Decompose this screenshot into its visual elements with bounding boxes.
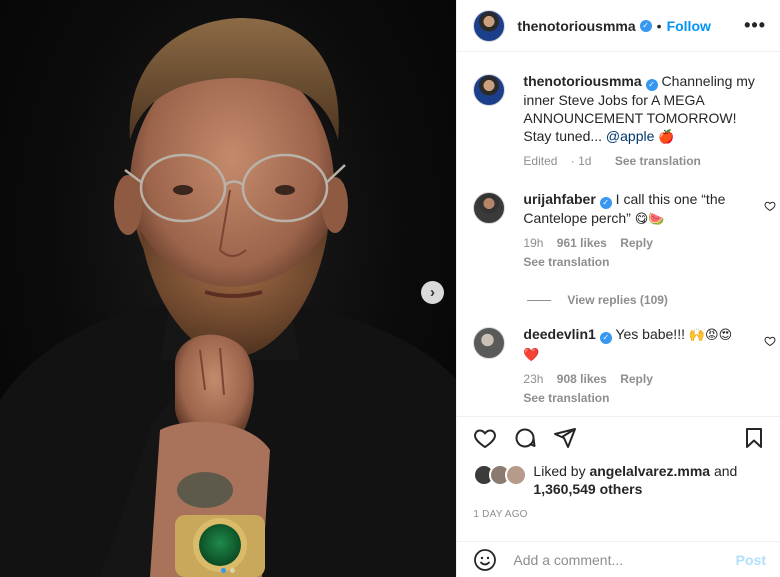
comment-item: urijahfaber ✓ I call this one “the Cantel… <box>457 190 780 269</box>
see-translation-link[interactable]: See translation <box>523 391 766 405</box>
comment-icon[interactable] <box>513 426 537 450</box>
reply-button[interactable]: Reply <box>620 236 653 250</box>
caption-meta: Edited · 1d See translation <box>523 154 766 168</box>
red-heart-emoji: ❤️ <box>523 348 540 363</box>
commenter-username[interactable]: deedevlin1 <box>523 326 595 342</box>
commenter-avatar[interactable] <box>473 192 506 224</box>
liked-by-prefix: Liked by <box>533 463 586 479</box>
commenter-username[interactable]: urijahfaber <box>523 191 595 207</box>
heart-icon[interactable] <box>764 335 776 347</box>
comment-time: 19h <box>523 236 544 250</box>
caption-text: thenotoriousmma ✓ Channeling my inner Ste… <box>523 72 766 147</box>
add-comment-bar: Post <box>457 541 780 577</box>
more-icon[interactable]: ••• <box>744 15 766 36</box>
liked-by-user[interactable]: angelalvarez.mma <box>589 463 710 479</box>
liked-by-avatars <box>473 464 528 486</box>
verified-badge-icon: ✓ <box>639 19 652 32</box>
post-photo[interactable]: › <box>0 0 457 577</box>
carousel-dots <box>0 568 456 573</box>
share-icon[interactable] <box>553 426 577 450</box>
next-photo-button[interactable]: › <box>421 281 444 304</box>
follow-button[interactable]: Follow <box>667 18 711 34</box>
commenter-avatar[interactable] <box>473 327 506 359</box>
liked-by-and: and <box>713 463 738 479</box>
comment-body: urijahfaber ✓ I call this one “the Cantel… <box>523 190 766 269</box>
apple-emoji: 🍎 <box>658 130 675 145</box>
comment-message: Yes babe!!! <box>615 326 685 342</box>
comment-text: urijahfaber ✓ I call this one “the Cantel… <box>523 190 766 229</box>
comment-body: deedevlin1 ✓ Yes babe!!! 🙌😡😍 ❤️ 23h 908 l… <box>523 325 766 405</box>
see-translation-link[interactable]: See translation <box>615 154 701 168</box>
comment-likes[interactable]: 961 likes <box>557 236 607 250</box>
author-username[interactable]: thenotoriousmma <box>517 18 635 34</box>
comment-emoji: 😋🍉 <box>634 212 665 227</box>
author-block: thenotoriousmma ✓ • Follow <box>517 18 710 34</box>
verified-badge-icon: ✓ <box>599 332 612 344</box>
post-header: thenotoriousmma ✓ • Follow ••• <box>457 0 780 52</box>
comments-list[interactable]: thenotoriousmma ✓ Channeling my inner Ste… <box>457 53 780 416</box>
bookmark-icon[interactable] <box>742 426 766 450</box>
caption: thenotoriousmma ✓ Channeling my inner Ste… <box>457 72 780 168</box>
post-viewer: › thenotoriousmma ✓ • Follow ••• thenoto… <box>0 0 780 577</box>
view-replies-button[interactable]: View replies (109) <box>527 293 780 307</box>
comment-meta: 19h 961 likes Reply <box>523 236 766 250</box>
view-replies-line <box>527 299 552 301</box>
comment-time: 23h <box>523 372 544 386</box>
comment-emoji: 🙌😡😍 <box>688 328 733 343</box>
author-avatar[interactable] <box>473 9 506 42</box>
post-sidebar: thenotoriousmma ✓ • Follow ••• thenotori… <box>456 0 780 577</box>
see-translation-link[interactable]: See translation <box>523 255 766 269</box>
portrait-image <box>0 18 457 577</box>
post-actions <box>457 416 780 458</box>
header-separator: • <box>656 17 662 34</box>
comment-meta: 23h 908 likes Reply <box>523 372 766 386</box>
caption-body: thenotoriousmma ✓ Channeling my inner Ste… <box>523 72 766 168</box>
comment-text: deedevlin1 ✓ Yes babe!!! 🙌😡😍 ❤️ <box>523 325 766 365</box>
comment-likes[interactable]: 908 likes <box>557 372 607 386</box>
post-button[interactable]: Post <box>736 552 766 568</box>
caption-edited: Edited · 1d <box>523 154 592 168</box>
reply-button[interactable]: Reply <box>620 372 653 386</box>
verified-badge-icon: ✓ <box>645 79 658 91</box>
caption-avatar[interactable] <box>473 74 506 106</box>
liked-by-text: Liked by angelalvarez.mma and 1,360,549 … <box>533 462 737 498</box>
carousel-dot-active <box>221 568 227 573</box>
liker-avatar <box>505 464 528 486</box>
mention-link[interactable]: @apple <box>606 128 654 144</box>
carousel-dot <box>230 568 236 573</box>
emoji-icon[interactable] <box>473 548 497 572</box>
comment-input[interactable] <box>511 550 736 569</box>
view-replies-label: View replies (109) <box>567 293 668 307</box>
comment-item: deedevlin1 ✓ Yes babe!!! 🙌😡😍 ❤️ 23h 908 l… <box>457 325 780 405</box>
likes-summary: Liked by angelalvarez.mma and 1,360,549 … <box>473 462 766 498</box>
heart-icon[interactable] <box>764 200 776 212</box>
post-date[interactable]: 1 DAY AGO <box>473 509 527 520</box>
heart-icon[interactable] <box>473 426 497 450</box>
verified-badge-icon: ✓ <box>599 197 612 209</box>
caption-username[interactable]: thenotoriousmma <box>523 73 641 89</box>
chevron-right-icon: › <box>430 284 435 301</box>
liked-by-others[interactable]: 1,360,549 others <box>533 481 642 497</box>
